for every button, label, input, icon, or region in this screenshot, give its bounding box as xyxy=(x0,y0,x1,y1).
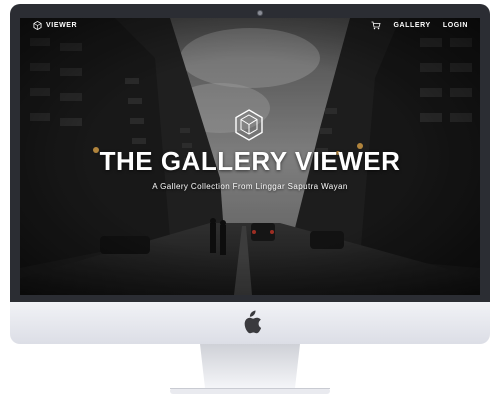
hexagon-cube-icon xyxy=(33,21,42,30)
hexagon-cube-icon xyxy=(235,109,263,141)
apple-icon xyxy=(244,310,262,334)
hero-title: THE GALLERY VIEWER xyxy=(99,146,401,176)
navbar: VIEWER GALLERY LOGIN xyxy=(20,18,480,36)
camera-dot xyxy=(257,10,263,16)
nav-link-login[interactable]: LOGIN xyxy=(443,22,468,29)
nav-link-gallery[interactable]: GALLERY xyxy=(393,22,430,29)
monitor-chin xyxy=(10,302,490,344)
imac-mockup: VIEWER GALLERY LOGIN THE GALLERY VIEWER … xyxy=(0,0,500,400)
monitor-stand xyxy=(170,344,330,394)
brand-name: VIEWER xyxy=(46,22,78,29)
website-screen: VIEWER GALLERY LOGIN THE GALLERY VIEWER … xyxy=(20,18,480,295)
hero-subtitle: A Gallery Collection From Linggar Saputr… xyxy=(152,182,348,191)
brand-logo-link[interactable]: VIEWER xyxy=(33,21,77,30)
nav-menu: GALLERY LOGIN xyxy=(371,21,468,30)
cart-icon[interactable] xyxy=(371,21,381,30)
